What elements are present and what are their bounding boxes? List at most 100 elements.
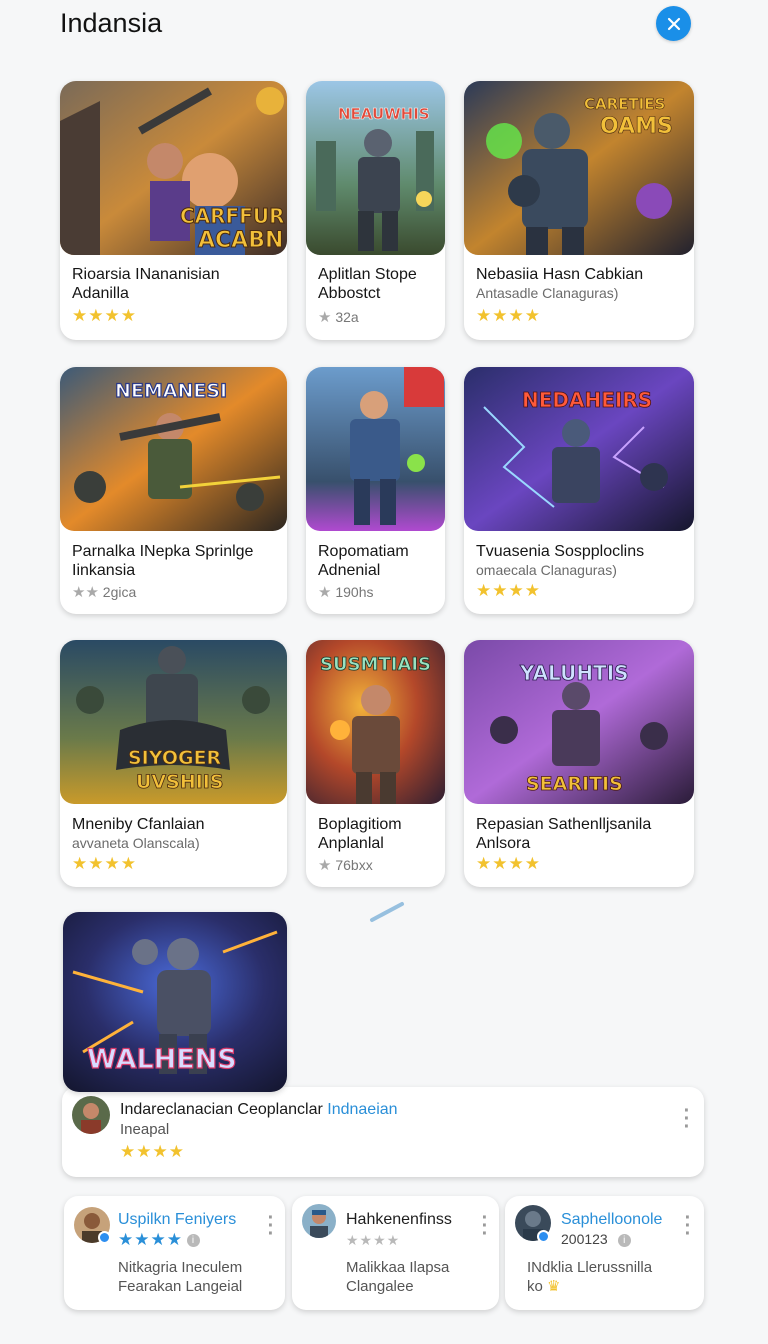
avatar [302, 1204, 336, 1238]
star-icon: ★ [318, 309, 332, 326]
app-subtitle: Iinkansia [72, 562, 136, 579]
more-options-icon[interactable]: · · · [682, 1101, 692, 1137]
rating-stars: ★★★★ [476, 306, 541, 325]
app-card[interactable]: NEDAHEIRS Tvuasenia Sospploclins omaecala… [464, 367, 694, 614]
review-card[interactable]: Hahkenenfinss ★★★★ · · · Malikkaa Ilapsa C… [292, 1196, 499, 1310]
app-card[interactable]: NEAUWHIS Aplitlan Stope Abbostct ★ 32a [306, 81, 445, 340]
star-icon: ★ [318, 857, 332, 874]
rating-stars: ★★★★ [476, 854, 541, 873]
app-meta: ★ 32a [318, 308, 359, 327]
verified-badge-icon [98, 1231, 111, 1244]
more-options-icon[interactable]: · · · [683, 1208, 693, 1244]
info-icon: i [617, 1233, 631, 1247]
featured-app-row[interactable]: Indareclanacian Ceoplanclar Indnaeian In… [62, 1087, 704, 1177]
app-title: Repasian Sathenlljsanila [476, 816, 652, 833]
review-line: Clangalee [346, 1278, 414, 1295]
app-meta-value: 32a [335, 309, 359, 325]
review-line-wrap: ko ♛ [527, 1277, 560, 1296]
app-subtitle: Abbostct [318, 285, 381, 302]
review-line: Malikkaa Ilapsa [346, 1259, 450, 1276]
reviewer-name[interactable]: Saphelloonole [561, 1210, 662, 1229]
more-options-icon[interactable]: · · · [266, 1208, 276, 1244]
featured-tag-link[interactable]: Indnaeian [327, 1101, 397, 1118]
app-subtitle: Adnenial [318, 562, 381, 579]
crown-icon: ♛ [547, 1278, 561, 1295]
app-artwork: CARETIES OAMS [464, 81, 694, 255]
app-card[interactable]: SIYOGER UVSHIIS Mneniby Cfanlaian avvanet… [60, 640, 287, 887]
review-line: INdklia Llerussnilla [527, 1259, 653, 1276]
svg-text:NEMANESI: NEMANESI [115, 380, 227, 402]
app-card[interactable]: Ropomatiam Adnenial ★ 190hs [306, 367, 445, 614]
review-line: ko [527, 1278, 543, 1295]
svg-text:UVSHIIS: UVSHIIS [136, 771, 224, 793]
app-subtitle: Anlsora [476, 835, 531, 852]
star-icon: ★ [318, 584, 332, 601]
review-date-value: 200123 [561, 1231, 608, 1247]
svg-text:CARETIES: CARETIES [584, 95, 665, 113]
svg-text:CARFFUR: CARFFUR [180, 204, 285, 228]
app-title: Mneniby Cfanlaian [72, 816, 205, 833]
info-icon: i [186, 1234, 200, 1248]
svg-text:NEDAHEIRS: NEDAHEIRS [522, 388, 652, 412]
app-meta-value: 2gica [102, 584, 137, 600]
svg-text:YALUHTIS: YALUHTIS [519, 661, 629, 685]
app-card[interactable]: SUSMTIAIS Boplagitiom Anplanlal ★ 76bxx [306, 640, 445, 887]
review-card[interactable]: Uspilkn Feniyers ★★★★ i · · · Nitkagria Ine… [64, 1196, 285, 1310]
app-artwork: SIYOGER UVSHIIS [60, 640, 287, 804]
verified-badge-icon [537, 1230, 550, 1243]
header: Indansia [0, 0, 768, 60]
app-subtitle: Adanilla [72, 285, 129, 302]
app-artwork: NEMANESI [60, 367, 287, 531]
featured-title: Indareclanacian Ceoplanclar [120, 1101, 323, 1118]
reviewer-name[interactable]: Hahkenenfinss [346, 1210, 452, 1229]
review-line: Nitkagria Ineculem [118, 1259, 243, 1276]
app-artwork: CARFFUR ACABN [60, 81, 287, 255]
app-card[interactable]: CARETIES OAMS Nebasiia Hasn Cabkian Antas… [464, 81, 694, 340]
app-artwork: YALUHTIS SEARITIS [464, 640, 694, 804]
svg-text:SIYOGER: SIYOGER [128, 747, 222, 769]
avatar [72, 1096, 110, 1134]
app-title: Boplagitiom [318, 816, 402, 833]
svg-text:ACABN: ACABN [198, 228, 283, 253]
app-subtitle: Antasadle Clanaguras) [476, 285, 619, 301]
svg-text:SEARITIS: SEARITIS [526, 773, 623, 795]
close-button[interactable] [656, 6, 691, 41]
reviewer-name[interactable]: Uspilkn Feniyers [118, 1210, 236, 1229]
app-meta: ★★ 2gica [72, 583, 136, 602]
app-card-image[interactable]: WALHENS [63, 912, 287, 1092]
app-card[interactable]: YALUHTIS SEARITIS Repasian Sathenlljsani… [464, 640, 694, 887]
app-artwork: NEAUWHIS [306, 81, 445, 255]
svg-text:OAMS: OAMS [600, 114, 673, 139]
app-title: Ropomatiam [318, 543, 409, 560]
app-artwork: NEDAHEIRS [464, 367, 694, 531]
app-subtitle: avvaneta Olanscala) [72, 835, 200, 851]
rating-stars: ★★★★ [346, 1232, 401, 1248]
review-line: Fearakan Langeial [118, 1278, 243, 1295]
svg-text:SUSMTIAIS: SUSMTIAIS [320, 654, 431, 675]
app-card[interactable]: CARFFUR ACABN Rioarsia INananisian Adanil… [60, 81, 287, 340]
app-artwork [306, 367, 445, 531]
app-artwork: SUSMTIAIS [306, 640, 445, 804]
scroll-indicator [369, 901, 405, 923]
app-subtitle: Anplanlal [318, 835, 384, 852]
app-title: Aplitlan Stope [318, 266, 417, 283]
review-date: 200123 i [561, 1231, 631, 1247]
rating-stars: ★★★★ i [118, 1231, 200, 1249]
page-title: Indansia [60, 8, 163, 38]
app-card[interactable]: NEMANESI Parnalka INepka Sprinlge Iinkans… [60, 367, 287, 614]
app-meta-value: 190hs [335, 584, 374, 600]
app-meta: ★ 76bxx [318, 856, 373, 875]
app-title: Nebasiia Hasn Cabkian [476, 266, 644, 283]
rating-stars: ★★★★ [476, 581, 541, 600]
app-artwork: WALHENS [63, 912, 287, 1092]
star-icon: ★★ [72, 584, 99, 601]
review-card[interactable]: Saphelloonole 200123 i · · · INdklia Llerus… [505, 1196, 704, 1310]
featured-subtitle: Ineapal [120, 1121, 170, 1138]
svg-text:WALHENS: WALHENS [87, 1044, 237, 1075]
rating-stars: ★★★★ [72, 854, 137, 873]
svg-text:NEAUWHIS: NEAUWHIS [338, 105, 430, 123]
more-options-icon[interactable]: · · · [480, 1208, 490, 1244]
rating-stars: ★★★★ [72, 306, 137, 325]
app-title: Rioarsia INananisian [72, 266, 220, 283]
app-title: Tvuasenia Sospploclins [476, 543, 645, 560]
